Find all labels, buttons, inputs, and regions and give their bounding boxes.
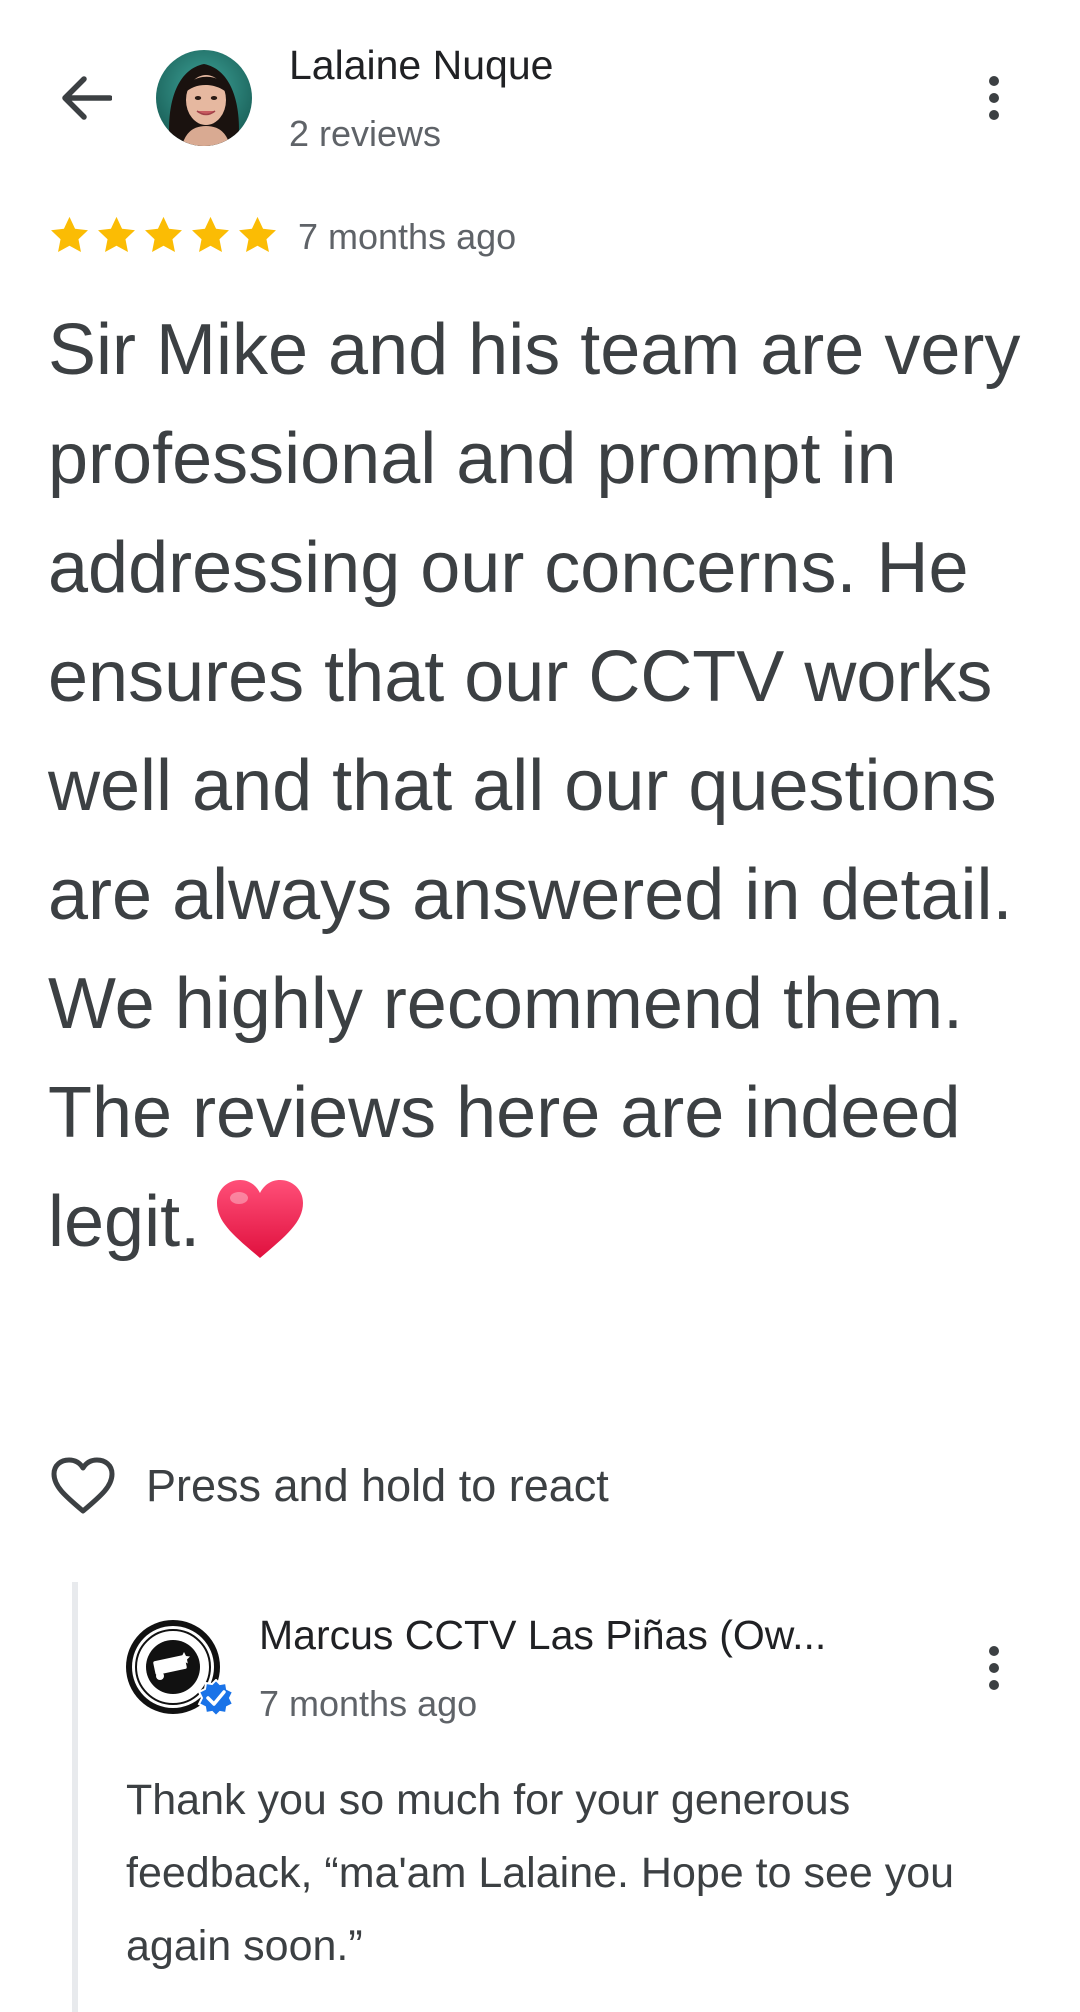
reviewer-avatar[interactable]	[156, 50, 252, 146]
reply-indent-bar	[72, 1582, 78, 2012]
star-icon	[239, 216, 276, 252]
star-rating	[48, 214, 279, 257]
arrow-back-icon	[62, 76, 112, 120]
review-detail-sheet: Lalaine Nuque 2 reviews 7 months ago Sir…	[0, 0, 1080, 2012]
review-text: Sir Mike and his team are very professio…	[48, 296, 1038, 1277]
more-vert-icon	[989, 1646, 999, 1690]
react-button[interactable]: Press and hold to react	[50, 1456, 609, 1516]
star-icon	[98, 216, 135, 252]
red-heart-emoji	[217, 1180, 304, 1258]
more-options-button[interactable]	[962, 66, 1026, 130]
more-vert-icon	[989, 76, 999, 120]
reply-more-options-button[interactable]	[962, 1636, 1026, 1700]
reviewer-review-count[interactable]: 2 reviews	[289, 113, 441, 155]
reviewer-name[interactable]: Lalaine Nuque	[289, 42, 553, 89]
react-label: Press and hold to react	[146, 1460, 609, 1511]
owner-name[interactable]: Marcus CCTV Las Piñas (Ow...	[259, 1612, 826, 1659]
heart-outline-icon	[51, 1457, 115, 1514]
verified-check-icon	[197, 1679, 235, 1717]
review-time: 7 months ago	[298, 216, 517, 257]
star-icon	[192, 216, 229, 252]
star-icon	[145, 216, 182, 252]
review-text-content: Sir Mike and his team are very professio…	[48, 310, 1021, 1262]
star-icon	[51, 216, 88, 252]
owner-reply-time: 7 months ago	[259, 1683, 478, 1724]
back-button[interactable]	[44, 62, 128, 134]
person-avatar-photo	[156, 50, 252, 146]
owner-reply-text: Thank you so much for your generous feed…	[126, 1776, 955, 1970]
